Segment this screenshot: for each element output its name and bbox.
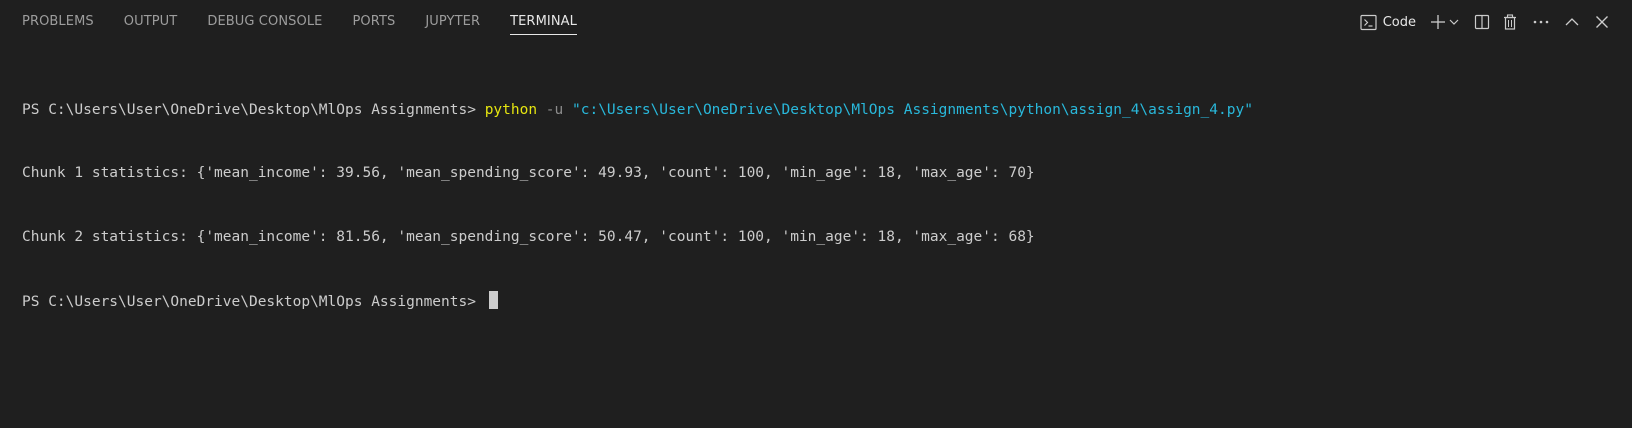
command-flag: -u — [537, 101, 572, 118]
terminal-profile-button[interactable]: Code — [1356, 10, 1420, 34]
split-icon — [1474, 14, 1490, 30]
terminal-scrollbar[interactable] — [1620, 44, 1632, 428]
panel-header: PROBLEMS OUTPUT DEBUG CONSOLE PORTS JUPY… — [0, 0, 1632, 44]
panel-actions: Code — [1352, 0, 1610, 44]
close-icon — [1594, 14, 1610, 30]
tab-problems[interactable]: PROBLEMS — [22, 0, 94, 44]
prompt: PS C:\Users\User\OneDrive\Desktop\MlOps … — [22, 101, 485, 118]
prompt: PS C:\Users\User\OneDrive\Desktop\MlOps … — [22, 294, 485, 311]
panel-tabs: PROBLEMS OUTPUT DEBUG CONSOLE PORTS JUPY… — [22, 0, 607, 44]
tab-output[interactable]: OUTPUT — [124, 0, 178, 44]
terminal-dropdown-button[interactable] — [1448, 10, 1460, 34]
terminal-panel: PROBLEMS OUTPUT DEBUG CONSOLE PORTS JUPY… — [0, 0, 1632, 428]
tab-jupyter[interactable]: JUPYTER — [425, 0, 480, 44]
trash-icon — [1502, 14, 1518, 30]
chevron-down-icon — [1448, 16, 1460, 28]
close-panel-button[interactable] — [1594, 10, 1610, 34]
command-path: "c:\Users\User\OneDrive\Desktop\MlOps As… — [572, 101, 1253, 118]
maximize-panel-button[interactable] — [1564, 10, 1580, 34]
output-line: Chunk 2 statistics: {'mean_income': 81.5… — [22, 229, 1035, 246]
new-terminal-button[interactable] — [1430, 10, 1446, 34]
maximize-icon — [1564, 14, 1580, 30]
terminal-icon — [1360, 14, 1377, 31]
more-actions-button[interactable] — [1532, 10, 1550, 34]
kill-terminal-button[interactable] — [1502, 10, 1518, 34]
text-cursor — [488, 291, 498, 310]
tab-ports[interactable]: PORTS — [352, 0, 395, 44]
plus-icon — [1430, 14, 1446, 30]
terminal-profile-label: Code — [1382, 14, 1416, 30]
command-line: PS C:\Users\User\OneDrive\Desktop\MlOps … — [22, 100, 1610, 121]
tab-terminal[interactable]: TERMINAL — [510, 0, 577, 44]
output-line: Chunk 1 statistics: {'mean_income': 39.5… — [22, 165, 1035, 182]
final-prompt-line: PS C:\Users\User\OneDrive\Desktop\MlOps … — [22, 291, 1610, 312]
terminal-output[interactable]: PS C:\Users\User\OneDrive\Desktop\MlOps … — [22, 57, 1610, 355]
more-icon — [1532, 14, 1550, 30]
tab-debug-console[interactable]: DEBUG CONSOLE — [207, 0, 322, 44]
command-program: python — [484, 101, 538, 118]
split-terminal-button[interactable] — [1474, 10, 1490, 34]
